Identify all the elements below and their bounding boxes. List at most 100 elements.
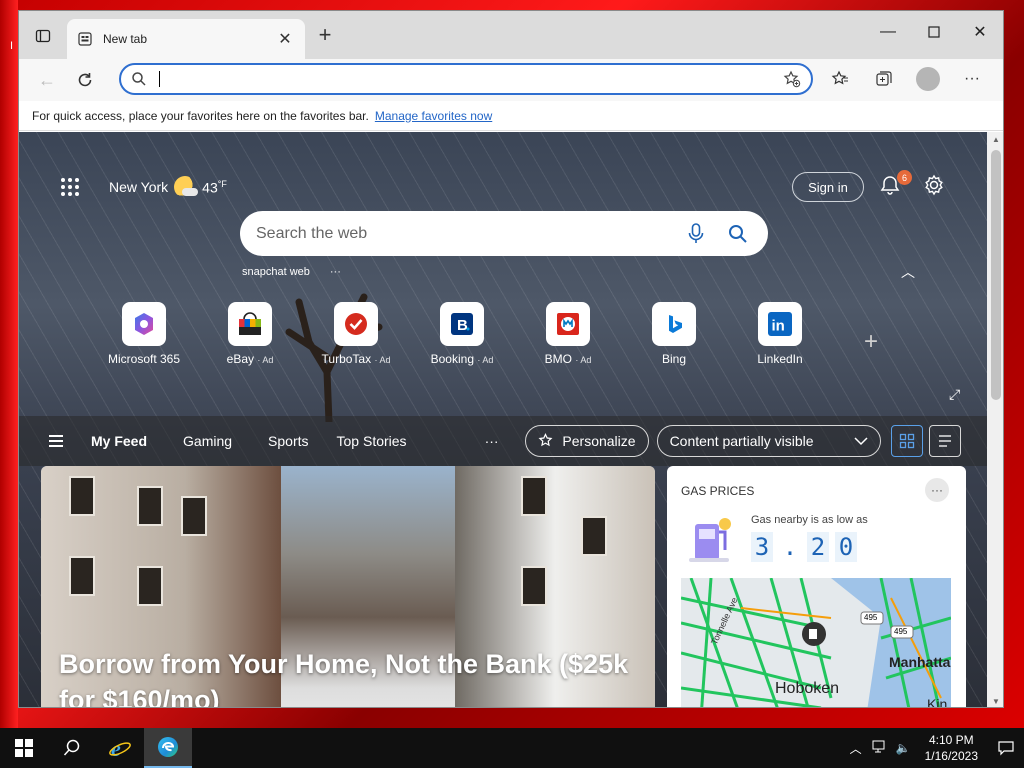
quick-link-turbotax[interactable]: TurboTax · Ad: [303, 302, 409, 366]
web-search-input[interactable]: [256, 224, 668, 243]
linkedin-icon: in: [768, 312, 792, 336]
content-visibility-dropdown[interactable]: Content partially visible: [656, 425, 881, 457]
new-tab-page-icon: [77, 31, 93, 47]
notifications-button[interactable]: 6: [879, 170, 912, 200]
clock[interactable]: 4:10 PM 1/16/2023: [925, 732, 978, 764]
chevron-down-icon: [854, 437, 868, 446]
address-input[interactable]: [170, 71, 783, 87]
quick-link-microsoft365[interactable]: Microsoft 365: [91, 302, 197, 366]
search-button[interactable]: [48, 728, 96, 768]
gas-prices-card[interactable]: GAS PRICES ··· Gas nearby is as low as 3…: [667, 466, 966, 707]
minimize-button[interactable]: —: [865, 11, 911, 53]
browser-toolbar: ← ···: [19, 59, 1003, 101]
close-tab-icon[interactable]: ✕: [275, 29, 295, 49]
close-window-button[interactable]: ✕: [957, 11, 1003, 53]
personalize-button[interactable]: Personalize: [524, 425, 649, 457]
back-button[interactable]: ←: [31, 64, 63, 96]
tab-new-tab[interactable]: New tab ✕: [67, 19, 305, 59]
refresh-button[interactable]: [69, 64, 101, 96]
page-scrollbar[interactable]: ▲ ▼: [987, 132, 1003, 707]
expand-icon[interactable]: ⤢: [949, 386, 960, 403]
chevron-up-icon[interactable]: ︿: [901, 262, 915, 282]
quick-link-ebay[interactable]: eBay · Ad: [197, 302, 303, 366]
personalize-label: Personalize: [562, 433, 636, 449]
quick-link-bmo[interactable]: BMO · Ad: [515, 302, 621, 366]
show-hidden-icons-icon[interactable]: ︿: [850, 740, 862, 757]
feed-navigation: My Feed Gaming Sports Top Stories ··· Pe…: [19, 416, 987, 466]
quick-link-booking[interactable]: B Booking · Ad: [409, 302, 515, 366]
tab-gaming[interactable]: Gaming: [183, 433, 232, 449]
new-tab-button[interactable]: +: [313, 23, 337, 47]
scroll-up-arrow[interactable]: ▲: [992, 135, 1000, 144]
svg-text:e: e: [111, 736, 121, 760]
quick-link-linkedin[interactable]: in LinkedIn: [727, 302, 833, 366]
gas-prices-title: GAS PRICES: [681, 484, 755, 498]
tab-sports[interactable]: Sports: [268, 433, 308, 449]
bmo-icon: [557, 313, 579, 335]
hero-image-window: [137, 486, 163, 526]
app-launcher-icon[interactable]: [59, 176, 81, 198]
tab-actions-icon: [35, 29, 51, 43]
edge-icon: [158, 737, 178, 757]
microphone-icon[interactable]: [682, 220, 710, 248]
scrollbar-thumb[interactable]: [991, 150, 1001, 400]
internet-explorer-icon: e: [109, 736, 131, 760]
gas-map[interactable]: 495 495 Tonnelle Ave Hoboken Manhatta Ki…: [681, 578, 951, 707]
favorites-button[interactable]: [825, 64, 855, 94]
add-quick-link-button[interactable]: +: [864, 328, 878, 356]
page-settings-button[interactable]: [923, 174, 949, 200]
card-more-options-button[interactable]: ···: [925, 478, 949, 502]
weather-city: New York: [109, 179, 169, 195]
scroll-down-arrow[interactable]: ▼: [992, 697, 1000, 706]
profile-button[interactable]: [913, 64, 943, 94]
manage-favorites-link[interactable]: Manage favorites now: [375, 109, 492, 123]
map-city-label: Manhatta: [889, 654, 951, 670]
hero-image-window: [521, 566, 547, 606]
edge-taskbar-button[interactable]: [144, 728, 192, 768]
volume-icon[interactable]: 🔈: [896, 741, 911, 755]
favorites-bar: For quick access, place your favorites h…: [19, 101, 1003, 131]
recent-searches: snapchat web ···: [242, 266, 341, 278]
hamburger-menu-icon[interactable]: [49, 435, 65, 447]
toolbar-actions: ···: [825, 64, 987, 94]
system-tray: ︿ 🔈 4:10 PM 1/16/2023: [850, 728, 1024, 768]
clock-date: 1/16/2023: [924, 749, 978, 763]
network-icon[interactable]: [872, 740, 888, 757]
gas-pump-icon: [689, 518, 731, 562]
sign-in-button[interactable]: Sign in: [792, 172, 864, 202]
weather-widget[interactable]: New York 43°F: [109, 176, 227, 198]
recent-searches-more[interactable]: ···: [330, 266, 341, 278]
recent-search-item[interactable]: snapchat web: [242, 266, 310, 278]
collections-button[interactable]: [869, 64, 899, 94]
search-submit-icon[interactable]: [724, 220, 752, 248]
price-digit: 3: [751, 532, 773, 562]
tab-my-feed[interactable]: My Feed: [91, 433, 147, 449]
grid-layout-button[interactable]: [890, 425, 923, 457]
maximize-button[interactable]: [911, 11, 957, 53]
tab-top-stories[interactable]: Top Stories: [337, 433, 407, 449]
desktop-text-fragment: I: [10, 40, 14, 52]
avatar: [916, 67, 940, 91]
window-controls: — ✕: [865, 11, 1003, 53]
list-layout-button[interactable]: [928, 425, 961, 457]
add-favorite-icon[interactable]: [783, 70, 801, 88]
internet-explorer-button[interactable]: e: [96, 728, 144, 768]
address-bar[interactable]: [119, 63, 813, 95]
start-button[interactable]: [0, 728, 48, 768]
map-city-label: Hoboken: [775, 680, 840, 697]
edge-browser-window: New tab ✕ + — ✕ ← ··· For quick access, …: [18, 10, 1004, 708]
action-center-icon[interactable]: [988, 740, 1024, 756]
microsoft365-icon: [135, 313, 153, 335]
tab-title: New tab: [103, 32, 148, 46]
web-search-box[interactable]: [240, 211, 768, 256]
settings-and-more-button[interactable]: ···: [957, 64, 987, 94]
tab-actions-button[interactable]: [27, 23, 59, 49]
desktop-edge: I: [0, 0, 18, 728]
quick-link-bing[interactable]: Bing: [621, 302, 727, 366]
ebay-icon: [239, 312, 261, 335]
route-label: 495: [864, 613, 878, 622]
text-caret: [159, 71, 160, 87]
content-visibility-value: Content partially visible: [669, 433, 814, 449]
more-tabs-button[interactable]: ···: [485, 433, 499, 449]
hero-article-card[interactable]: Borrow from Your Home, Not the Bank ($25…: [41, 466, 655, 707]
